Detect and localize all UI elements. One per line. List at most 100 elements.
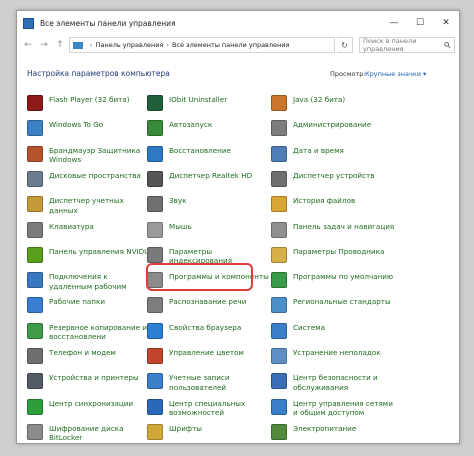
maximize-button[interactable]: ☐ [407,11,433,35]
forward-arrow-icon[interactable]: → [37,37,51,53]
control-panel-item[interactable]: Диспетчер учетных данных [27,196,152,215]
item-label[interactable]: Распознавание речи [169,297,246,307]
item-label[interactable]: Система [293,323,325,333]
minimize-button[interactable]: — [381,11,407,35]
control-panel-item[interactable]: Диспетчер Realtek HD [147,170,272,187]
control-panel-item[interactable]: Панель управления NVIDIA [27,246,152,263]
control-panel-item[interactable]: Дисковые пространства [27,170,152,187]
control-panel-item[interactable]: История файлов [271,196,396,213]
control-panel-item[interactable]: Мышь [147,221,272,238]
control-panel-item[interactable]: Шрифты [147,423,272,440]
backup-icon [27,322,43,339]
item-label[interactable]: Подключения к удаленным рабочим [49,272,152,291]
up-arrow-icon[interactable]: ↑ [53,37,67,53]
control-panel-item[interactable]: Параметры Проводника [271,246,396,263]
item-label[interactable]: Диспетчер учетных данных [49,196,152,215]
control-panel-item[interactable]: Система [271,322,396,339]
item-label[interactable]: Устройства и принтеры [49,373,139,383]
item-label[interactable]: Управление цветом [169,348,244,358]
item-label[interactable]: Центр синхронизации [49,399,133,409]
breadcrumb-all-items[interactable]: Все элементы панели управления [172,41,289,49]
item-label[interactable]: Устранение неполадок [293,348,381,358]
item-label[interactable]: Свойства браузера [169,323,241,333]
item-label[interactable]: Рабочие папки [49,297,105,307]
control-panel-item[interactable]: Свойства браузера [147,322,272,339]
control-panel-item[interactable]: Flash Player (32 бита) [27,95,152,111]
control-panel-item[interactable]: Шифрование диска BitLocker [27,423,152,443]
item-label[interactable]: Брандмауэр Защитника Windows [49,146,152,165]
control-panel-item[interactable]: Учетные записи пользователей [147,373,272,392]
control-panel-item[interactable]: IObit Uninstaller [147,95,272,111]
control-panel-item[interactable]: Центр синхронизации [27,398,152,415]
control-panel-item[interactable]: Автозапуск [147,120,272,137]
default-programs-icon [271,272,287,289]
search-input[interactable]: Поиск в панели управления [359,37,455,53]
control-panel-item[interactable]: Клавиатура [27,221,152,238]
control-panel-item[interactable]: Телефон и модем [27,348,152,364]
item-label[interactable]: Администрирование [293,120,371,130]
control-panel-item[interactable]: Панель задач и навигация [271,221,396,238]
control-panel-item[interactable]: Региональные стандарты [271,297,396,314]
security-flag-icon [271,373,287,390]
item-label[interactable]: Дата и время [293,146,344,156]
control-panel-item[interactable]: Управление цветом [147,348,272,364]
item-label[interactable]: Панель управления NVIDIA [49,247,151,257]
item-label[interactable]: Звук [169,196,186,206]
control-panel-item[interactable]: Рабочие папки [27,297,152,314]
item-label[interactable]: Центр специальных возможностей [169,399,272,418]
item-label[interactable]: Параметры Проводника [293,247,384,257]
control-panel-item[interactable]: Распознавание речи [147,297,272,314]
close-button[interactable]: ✕ [433,11,459,35]
refresh-icon[interactable]: ↻ [337,37,353,53]
item-label[interactable]: Клавиатура [49,222,94,232]
control-panel-window: Все элементы панели управления — ☐ ✕ ← →… [16,10,460,444]
item-label[interactable]: Региональные стандарты [293,297,391,307]
control-panel-item[interactable]: Устранение неполадок [271,348,396,364]
control-panel-item[interactable]: Подключения к удаленным рабочим [27,272,152,291]
item-label[interactable]: Программы по умолчанию [293,272,393,282]
item-label[interactable]: Панель задач и навигация [293,222,394,232]
item-label[interactable]: Flash Player (32 бита) [49,95,130,105]
view-mode-dropdown[interactable]: Крупные значки ▾ [365,70,426,78]
control-panel-item[interactable]: Дата и время [271,145,396,162]
back-arrow-icon[interactable]: ← [21,37,35,53]
item-label[interactable]: Шифрование диска BitLocker [49,424,152,443]
item-label[interactable]: Телефон и модем [49,348,116,358]
item-label[interactable]: Java (32 бита) [293,95,345,105]
control-panel-item[interactable]: Программы по умолчанию [271,272,396,289]
control-panel-item[interactable]: Устройства и принтеры [27,373,152,390]
control-panel-item[interactable]: Диспетчер устройств [271,170,396,187]
breadcrumb-control-panel[interactable]: Панель управления [96,41,164,49]
item-label[interactable]: Центр безопасности и обслуживания [293,373,396,392]
keyboard-icon [27,221,43,238]
control-panel-item[interactable]: Java (32 бита) [271,95,396,111]
control-panel-item[interactable]: Резервное копирование и восстановлени [27,322,152,342]
folder-icon [73,41,83,49]
date-time-icon [271,145,287,162]
item-label[interactable]: Диспетчер Realtek HD [169,171,252,181]
item-label[interactable]: Восстановление [169,146,231,156]
search-icon[interactable] [444,41,451,49]
control-panel-item[interactable]: Центр безопасности и обслуживания [271,373,396,392]
item-label[interactable]: Автозапуск [169,120,212,130]
item-label[interactable]: Электропитание [293,424,356,434]
control-panel-item[interactable]: Электропитание [271,423,396,440]
item-label[interactable]: Шрифты [169,424,202,434]
item-label[interactable]: Дисковые пространства [49,171,141,181]
item-label[interactable]: IObit Uninstaller [169,95,227,105]
control-panel-item[interactable]: Windows To Go [27,120,152,137]
item-label[interactable]: Диспетчер устройств [293,171,374,181]
item-label[interactable]: Windows To Go [49,120,103,130]
control-panel-item[interactable]: Восстановление [147,145,272,162]
control-panel-item[interactable]: Центр специальных возможностей [147,398,272,418]
control-panel-item[interactable]: Администрирование [271,120,396,137]
item-label[interactable]: Мышь [169,222,192,232]
item-label[interactable]: Учетные записи пользователей [169,373,272,392]
control-panel-item[interactable]: Брандмауэр Защитника Windows [27,145,152,165]
control-panel-item[interactable]: Звук [147,196,272,213]
control-panel-item[interactable]: Центр управления сетями и общим доступом [271,398,396,418]
item-label[interactable]: История файлов [293,196,355,206]
address-bar[interactable]: › Панель управления › Все элементы панел… [69,37,335,53]
item-label[interactable]: Центр управления сетями и общим доступом [293,399,396,418]
item-label[interactable]: Резервное копирование и восстановлени [49,323,152,342]
